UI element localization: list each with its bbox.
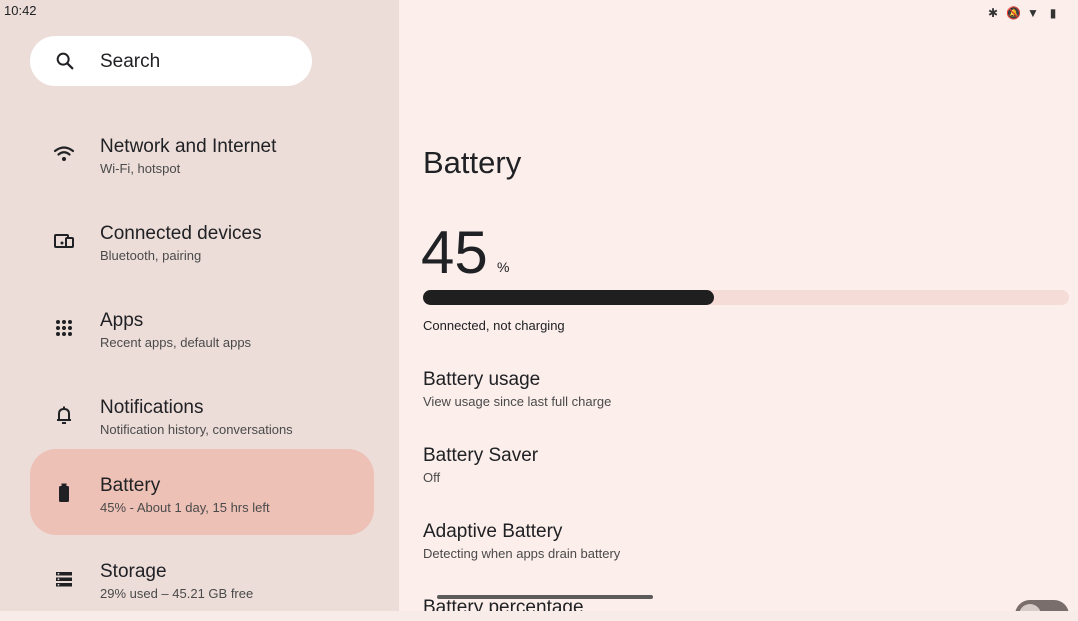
battery-level-bar	[423, 290, 1069, 305]
pref-title: Adaptive Battery	[423, 521, 563, 542]
battery-level-value: 45	[421, 219, 488, 286]
sidebar-item-storage[interactable]: Storage 29% used – 45.21 GB free	[30, 535, 374, 621]
search-bar[interactable]: Search	[30, 36, 312, 86]
wifi-icon	[53, 146, 75, 161]
pref-adaptive-battery[interactable]: Adaptive Battery Detecting when apps dra…	[423, 521, 620, 561]
charge-status: Connected, not charging	[423, 318, 565, 333]
sidebar-item-subtitle: Bluetooth, pairing	[100, 248, 202, 263]
battery-percentage-toggle[interactable]	[1015, 600, 1069, 611]
sidebar-item-network[interactable]: Network and Internet Wi-Fi, hotspot	[30, 110, 374, 196]
storage-icon	[56, 572, 72, 587]
sidebar-item-title: Notifications	[100, 397, 204, 418]
sidebar-item-subtitle: Recent apps, default apps	[100, 335, 252, 350]
pref-battery-percentage[interactable]: Battery percentage	[423, 597, 584, 611]
battery-settings-pane: ✱ 🔕 ▼ ▮ Battery 45 % Connected, not char…	[399, 0, 1078, 611]
sidebar-item-subtitle: 45% - About 1 day, 15 hrs left	[100, 500, 270, 515]
sidebar-item-title: Connected devices	[100, 223, 262, 244]
pref-subtitle: View usage since last full charge	[423, 394, 612, 409]
settings-sidebar: 10:42 Search Network and Internet Wi-Fi,…	[0, 0, 399, 611]
apps-grid-icon	[56, 320, 72, 336]
sidebar-item-title: Storage	[100, 561, 167, 582]
search-label: Search	[100, 51, 161, 72]
pref-battery-saver[interactable]: Battery Saver Off	[423, 445, 538, 485]
toggle-knob	[1019, 604, 1041, 611]
sidebar-item-title: Network and Internet	[100, 136, 277, 157]
sidebar-item-title: Apps	[100, 310, 144, 331]
status-icons: ✱ 🔕 ▼ ▮	[986, 6, 1060, 20]
bluetooth-icon: ✱	[987, 6, 999, 20]
sidebar-item-notifications[interactable]: Notifications Notification history, conv…	[30, 371, 374, 457]
sidebar-item-battery[interactable]: Battery 45% - About 1 day, 15 hrs left	[30, 449, 374, 535]
devices-icon	[54, 234, 74, 248]
pref-title: Battery usage	[423, 369, 541, 390]
sidebar-item-subtitle: 29% used – 45.21 GB free	[100, 586, 254, 601]
bell-icon	[57, 406, 71, 424]
status-time: 10:42	[4, 3, 37, 18]
page-title: Battery	[423, 145, 522, 180]
sidebar-item-connected-devices[interactable]: Connected devices Bluetooth, pairing	[30, 197, 374, 283]
battery-icon	[59, 483, 69, 502]
gesture-nav-bar[interactable]	[437, 595, 653, 599]
pref-battery-usage[interactable]: Battery usage View usage since last full…	[423, 369, 611, 409]
pref-subtitle: Detecting when apps drain battery	[423, 546, 621, 561]
battery-level-bar-fill	[423, 290, 714, 305]
sidebar-item-subtitle: Wi-Fi, hotspot	[100, 161, 181, 176]
pref-title: Battery percentage	[423, 597, 584, 611]
search-icon	[56, 52, 74, 70]
wifi-icon: ▼	[1027, 6, 1039, 20]
battery-icon: ▮	[1049, 6, 1057, 20]
battery-level-unit: %	[497, 259, 510, 275]
sidebar-item-subtitle: Notification history, conversations	[100, 422, 293, 437]
sidebar-item-title: Battery	[100, 475, 161, 496]
pref-subtitle: Off	[423, 470, 441, 485]
pref-title: Battery Saver	[423, 445, 539, 466]
mute-icon: 🔕	[1006, 6, 1021, 20]
sidebar-item-apps[interactable]: Apps Recent apps, default apps	[30, 284, 374, 370]
